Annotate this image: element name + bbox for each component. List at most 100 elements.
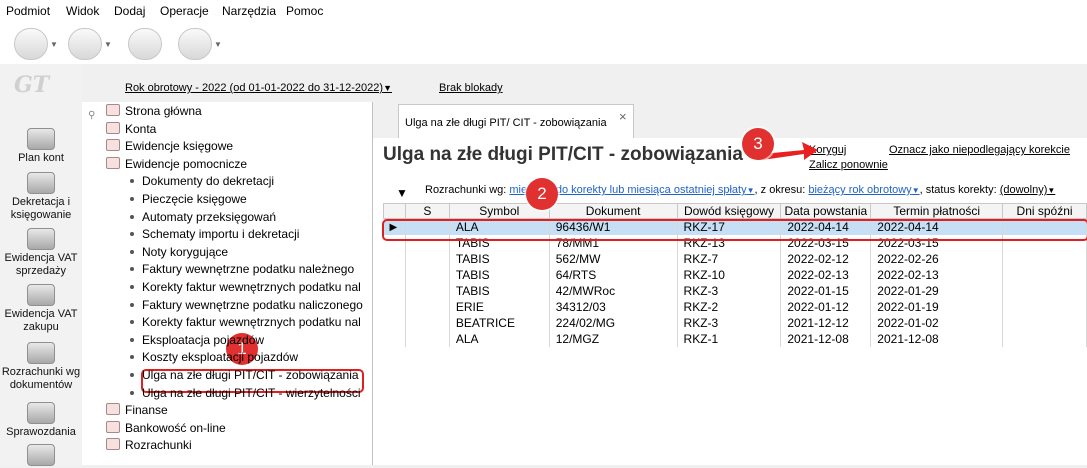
- tree-item[interactable]: Finanse: [106, 403, 168, 417]
- leftbar-item-rozrachunki[interactable]: Rozrachunki wg dokumentów: [0, 342, 82, 392]
- bullet-icon: [130, 267, 134, 272]
- bullet-icon: [130, 232, 134, 237]
- menu-podmiot[interactable]: Podmiot: [6, 4, 50, 18]
- tree-item[interactable]: Noty korygujące: [130, 245, 228, 259]
- tree-item[interactable]: Ewidencje księgowe: [106, 139, 233, 153]
- table-cell: 12/MGZ: [549, 331, 678, 347]
- col-header-indicator[interactable]: [383, 203, 406, 219]
- table-cell: [405, 299, 450, 315]
- bullet-icon: [130, 285, 134, 289]
- table-row[interactable]: ERIE 34312/03 RKZ-2 2022-01-12 2022-01-19: [383, 299, 1087, 315]
- forward-icon[interactable]: [68, 28, 102, 60]
- folder-icon: [106, 121, 120, 134]
- table-row[interactable]: TABIS 42/MWRoc RKZ-3 2022-01-15 2022-01-29: [383, 283, 1087, 299]
- table-cell: [405, 283, 450, 299]
- tree-item[interactable]: Ulga na złe długi PIT/CIT - wierzytelnoś…: [130, 386, 361, 400]
- menu-bar: Podmiot Widok Dodaj Operacje Narzędzia P…: [0, 0, 1087, 22]
- bullet-icon: [130, 373, 134, 377]
- stamp-icon[interactable]: [128, 28, 162, 60]
- menu-operacje[interactable]: Operacje: [160, 4, 209, 18]
- filter-status-select[interactable]: (dowolny)▼: [1000, 184, 1056, 196]
- fiscal-bar: Rok obrotowy - 2022 (od 01-01-2022 do 31…: [82, 64, 1087, 102]
- collapse-triangle-icon[interactable]: ▼: [396, 186, 408, 200]
- col-header-dni[interactable]: Dni spóźni: [1002, 203, 1087, 219]
- tree-item[interactable]: Faktury wewnętrzne podatku naliczonego: [130, 298, 363, 312]
- oznacz-link[interactable]: Oznacz jako niepodlegający korekcie: [889, 144, 1070, 156]
- fiscal-year-selector[interactable]: Rok obrotowy - 2022 (od 01-01-2022 do 31…: [125, 82, 392, 94]
- tree-item[interactable]: Faktury wewnętrzne podatku należnego: [130, 262, 354, 276]
- table-cell: 2022-01-02: [870, 315, 1004, 331]
- tree-item[interactable]: Konta: [106, 121, 156, 136]
- table-row[interactable]: TABIS 562/MW RKZ-7 2022-02-12 2022-02-26: [383, 251, 1087, 267]
- chevron-down-icon: ▼: [383, 83, 392, 93]
- bullet-icon: [130, 337, 134, 342]
- table-row[interactable]: TABIS 64/RTS RKZ-10 2022-02-13 2022-02-13: [383, 267, 1087, 283]
- filter-label-status: , status korekty:: [919, 184, 997, 196]
- chevron-down-icon[interactable]: ▼: [104, 40, 112, 49]
- tree-item[interactable]: Bankowość on-line: [106, 420, 226, 435]
- leftbar-item-sprawozdania[interactable]: Sprawozdania: [0, 402, 82, 439]
- tab-ulga-zobowiazania[interactable]: Ulga na złe długi PIT/ CIT - zobowiązani…: [398, 104, 634, 139]
- arrow-send-icon[interactable]: [14, 28, 48, 60]
- tree-item[interactable]: Strona główna: [106, 104, 202, 118]
- tree-item-label: Eksploatacja pojazdów: [142, 332, 265, 347]
- table-row[interactable]: ALA 12/MGZ RKZ-1 2021-12-08 2021-12-08: [383, 331, 1087, 347]
- leftbar-item-vat-zakupu[interactable]: Ewidencja VAT zakupu: [0, 284, 82, 334]
- filter-row: Rozrachunki wg: miesiąca do korekty lub …: [425, 184, 1055, 196]
- row-indicator: [383, 283, 406, 299]
- menu-narzedzia[interactable]: Narzędzia: [222, 4, 276, 18]
- table-header: S Symbol Dokument Dowód księgowy Data po…: [383, 203, 1087, 219]
- menu-pomoc[interactable]: Pomoc: [286, 4, 323, 18]
- filter-label-rozrachunki: Rozrachunki wg:: [425, 184, 507, 196]
- folder-icon: [106, 438, 120, 451]
- table-cell: [405, 251, 450, 267]
- pin-icon[interactable]: ⚲: [88, 110, 95, 121]
- row-indicator: [383, 251, 406, 267]
- col-header-termin[interactable]: Termin płatności: [870, 203, 1004, 219]
- leftbar-item-more[interactable]: [0, 444, 82, 468]
- leftbar-item-dekretacja[interactable]: Dekretacja i księgowanie: [0, 172, 82, 222]
- table-cell: [1002, 283, 1087, 299]
- coins-icon: [27, 128, 55, 150]
- coins-icon: [27, 444, 55, 466]
- tree-item[interactable]: Ewidencje pomocnicze: [106, 156, 247, 171]
- tree-item[interactable]: Rozrachunki: [106, 438, 192, 452]
- tree-item[interactable]: Koszty eksploatacji pojazdów: [130, 350, 298, 364]
- filter-okres-select[interactable]: bieżący rok obrotowy▼: [808, 184, 919, 196]
- col-header-dowod[interactable]: Dowód księgowy: [676, 203, 782, 219]
- table-cell: ERIE: [449, 299, 550, 315]
- tree-item[interactable]: Korekty faktur wewnętrznych podatku nal: [130, 315, 361, 329]
- bullet-icon: [130, 249, 134, 254]
- leftbar-item-plan-kont[interactable]: Plan kont: [0, 128, 82, 165]
- tree-item[interactable]: Pieczęcie księgowe: [130, 192, 247, 206]
- tab-label: Ulga na złe długi PIT/ CIT - zobowiązani…: [405, 117, 607, 129]
- col-header-s[interactable]: S: [404, 203, 450, 219]
- chevron-down-icon[interactable]: ▼: [214, 40, 222, 49]
- folder-icon: [106, 104, 120, 116]
- tree-item[interactable]: Dokumenty do dekretacji: [130, 174, 274, 188]
- chevron-down-icon[interactable]: ▼: [50, 40, 58, 49]
- tree-item[interactable]: Ulga na złe długi PIT/CIT - zobowiązania: [130, 368, 359, 382]
- tree-item-label: Korekty faktur wewnętrznych podatku nal: [142, 315, 361, 330]
- col-header-dokument[interactable]: Dokument: [548, 203, 678, 219]
- table-cell: 34312/03: [549, 299, 678, 315]
- tree-item-label: Noty korygujące: [142, 244, 229, 259]
- menu-widok[interactable]: Widok: [66, 4, 99, 18]
- col-header-data-powstania[interactable]: Data powstania: [780, 203, 872, 219]
- tree-item[interactable]: Eksploatacja pojazdów: [130, 333, 264, 347]
- tree-item[interactable]: Korekty faktur wewnętrznych podatku nal: [130, 280, 361, 294]
- app-logo: GT: [14, 72, 50, 98]
- close-icon[interactable]: ×: [619, 109, 627, 124]
- leftbar-item-vat-sprzedazy[interactable]: Ewidencja VAT sprzedaży: [0, 228, 82, 278]
- table-row[interactable]: BEATRICE 224/02/MG RKZ-3 2021-12-12 2022-01-…: [383, 315, 1087, 331]
- menu-dodaj[interactable]: Dodaj: [114, 4, 145, 18]
- tree-item[interactable]: Schematy importu i dekretacji: [130, 227, 299, 241]
- tree-item-label: Dokumenty do dekretacji: [142, 174, 275, 189]
- table-cell: 2021-12-12: [780, 315, 872, 331]
- row-indicator: [383, 299, 406, 315]
- zalicz-ponownie-link[interactable]: Zalicz ponownie: [809, 159, 888, 171]
- tree-item[interactable]: Automaty przeksięgowań: [130, 210, 276, 224]
- lock-status-link[interactable]: Brak blokady: [439, 82, 503, 94]
- help-icon[interactable]: [178, 28, 212, 60]
- table-cell: [1002, 331, 1087, 347]
